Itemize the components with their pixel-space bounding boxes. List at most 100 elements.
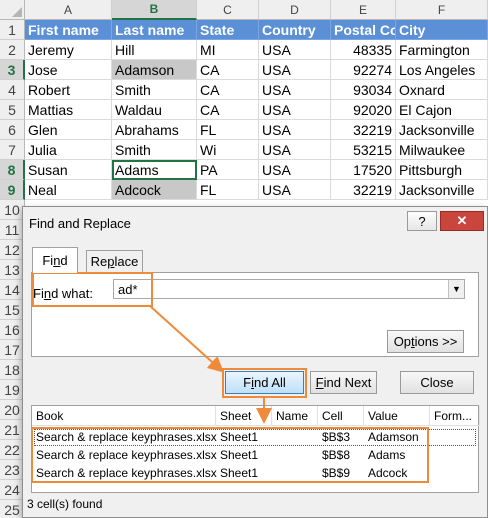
cell-a8[interactable]: Susan [25,160,112,180]
tab-find[interactable]: Fi n d [32,247,78,273]
cell-a4[interactable]: Robert [25,80,112,100]
cell-f6[interactable]: Jacksonville [396,120,488,140]
cell-c7[interactable]: Wi [197,140,259,160]
cell-b2[interactable]: Hill [112,40,197,60]
row-header-2[interactable]: 2 [0,40,25,60]
find-what-dropdown[interactable]: ▼ [448,280,464,298]
find-all-button[interactable]: Fi nd All [225,371,304,394]
cell-d7[interactable]: USA [259,140,331,160]
close-button[interactable]: Close [400,371,474,394]
cell-d4[interactable]: USA [259,80,331,100]
row-header-6[interactable]: 6 [0,120,25,140]
column-header-d[interactable]: D [259,0,331,20]
column-header-c[interactable]: C [197,0,259,20]
cell-a5[interactable]: Mattias [25,100,112,120]
cell-d2[interactable]: USA [259,40,331,60]
help-icon: ? [418,213,426,229]
column-header-e[interactable]: E [331,0,396,20]
cell-e1[interactable]: Postal Coc [331,20,396,40]
cell-f5[interactable]: El Cajon [396,100,488,120]
cell-e3[interactable]: 92274 [331,60,396,80]
close-window-button[interactable]: ✕ [440,211,484,231]
cell-d8[interactable]: USA [259,160,331,180]
cell-f2[interactable]: Farmington [396,40,488,60]
results-col-value[interactable]: Value [364,406,430,426]
cell-e6[interactable]: 32219 [331,120,396,140]
cell-a2[interactable]: Jeremy [25,40,112,60]
cell-b9-found[interactable]: Adcock [112,180,197,200]
tab-replace[interactable]: Re p lace [86,250,143,272]
cell-e9[interactable]: 32219 [331,180,396,200]
results-col-name[interactable]: Name [272,406,318,426]
cell-d3[interactable]: USA [259,60,331,80]
cell-f4[interactable]: Oxnard [396,80,488,100]
find-what-input[interactable]: ad* [113,279,465,299]
find-what-highlight [32,272,153,307]
cell-c9[interactable]: FL [197,180,259,200]
cell-e8[interactable]: 17520 [331,160,396,180]
column-header-b[interactable]: B [112,0,197,20]
row-header-5[interactable]: 5 [0,100,25,120]
results-col-formula[interactable]: Form... [430,406,480,426]
results-col-cell[interactable]: Cell [318,406,364,426]
cell-b8-active[interactable]: Adams [112,160,197,180]
cell-c6[interactable]: FL [197,120,259,140]
select-all-corner[interactable] [0,0,25,20]
cell-c8[interactable]: PA [197,160,259,180]
column-header-a[interactable]: A [25,0,112,20]
cell-e2[interactable]: 48335 [331,40,396,60]
status-text: 3 cell(s) found [27,497,103,511]
find-next-button[interactable]: Find Next [310,371,377,394]
cell-c4[interactable]: CA [197,80,259,100]
row-header-3[interactable]: 3 [0,60,25,80]
find-replace-dialog: Find and Replace ? ✕ Fi n d Re p lace Find w… [22,206,488,518]
cell-c2[interactable]: MI [197,40,259,60]
row-header-8[interactable]: 8 [0,160,25,180]
find-all-label-a: F [243,375,252,390]
cell-e7[interactable]: 53215 [331,140,396,160]
cell-d6[interactable]: USA [259,120,331,140]
column-header-f[interactable]: F [396,0,488,20]
tab-replace-label-a: Re [90,254,108,269]
cell-b6[interactable]: Abrahams [112,120,197,140]
cell-c5[interactable]: CA [197,100,259,120]
dropdown-arrow-icon: ▼ [452,284,461,294]
cell-b4[interactable]: Smith [112,80,197,100]
cell-f3[interactable]: Los Angeles [396,60,488,80]
cell-f1[interactable]: City [396,20,488,40]
cell-f7[interactable]: Milwaukee [396,140,488,160]
find-next-label-b: F [315,375,324,390]
cell-e4[interactable]: 93034 [331,80,396,100]
cell-e5[interactable]: 92020 [331,100,396,120]
cell-a3[interactable]: Jose [25,60,112,80]
options-button[interactable]: Op t ions >> [387,330,464,353]
results-col-sheet[interactable]: Sheet [216,406,272,426]
cell-f8[interactable]: Pittsburgh [396,160,488,180]
cell-a9[interactable]: Neal [25,180,112,200]
results-highlight [31,427,429,483]
cell-d5[interactable]: USA [259,100,331,120]
cell-d1[interactable]: Country [259,20,331,40]
cell-c1[interactable]: State [197,20,259,40]
tab-find-label-b: n [53,253,61,268]
cell-b7[interactable]: Smith [112,140,197,160]
cell-d9[interactable]: USA [259,180,331,200]
cell-b1[interactable]: Last name [112,20,197,40]
help-button[interactable]: ? [407,211,437,231]
row-header-4[interactable]: 4 [0,80,25,100]
cell-b3-found[interactable]: Adamson [112,60,197,80]
tab-replace-label-b: p [107,254,115,269]
cell-f9[interactable]: Jacksonville [396,180,488,200]
row-header-1[interactable]: 1 [0,20,25,40]
results-col-book[interactable]: Book [32,406,216,426]
cell-a1[interactable]: First name [25,20,112,40]
tab-replace-label-c: lace [114,254,139,269]
row-header-7[interactable]: 7 [0,140,25,160]
cell-c3[interactable]: CA [197,60,259,80]
cell-a6[interactable]: Glen [25,120,112,140]
cell-a7[interactable]: Julia [25,140,112,160]
cell-b5[interactable]: Waldau [112,100,197,120]
find-next-label-c: ind Next [323,375,372,390]
row-header-9[interactable]: 9 [0,180,25,200]
find-all-label-c: nd All [254,375,286,390]
